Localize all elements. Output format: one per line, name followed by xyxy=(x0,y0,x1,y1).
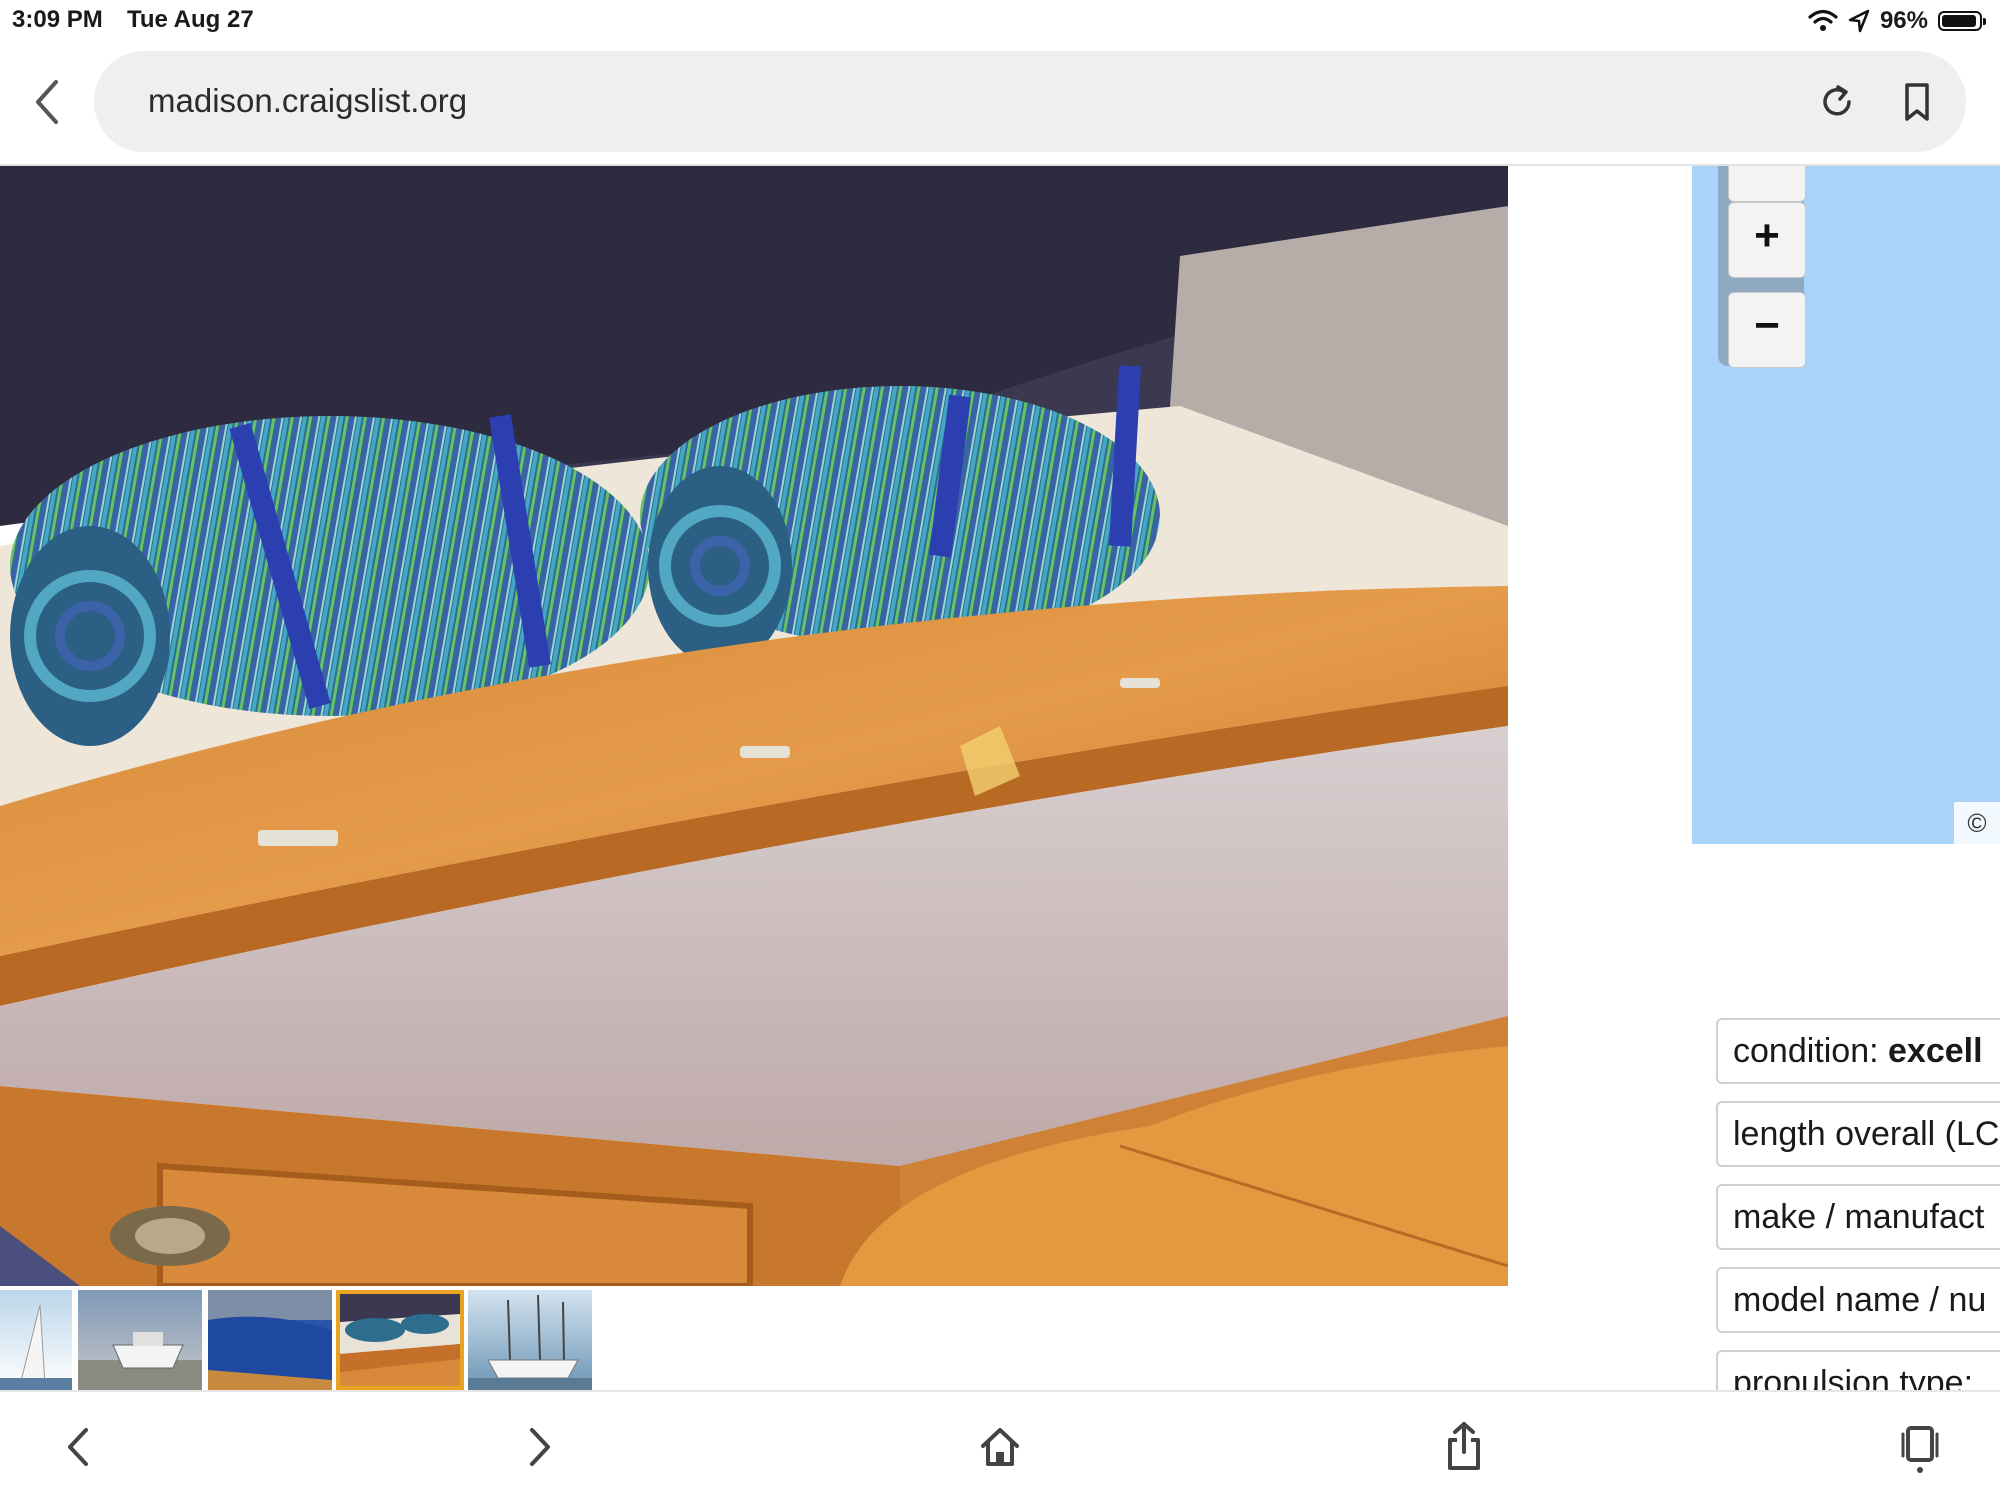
thumbnail-3[interactable] xyxy=(208,1290,332,1390)
map-hidden-control[interactable] xyxy=(1728,166,1806,202)
attribute-label: condition: xyxy=(1733,1032,1888,1070)
battery-icon xyxy=(1938,11,1986,31)
map-attribution[interactable]: © xyxy=(1954,802,2000,844)
back-chevron-icon[interactable] xyxy=(26,74,66,130)
back-arrow-icon[interactable] xyxy=(54,1420,104,1474)
attribute-model-name: model name / nu xyxy=(1716,1267,2000,1333)
browser-toolbar xyxy=(0,1390,2000,1500)
zoom-in-label: + xyxy=(1754,211,1780,260)
attribute-condition: condition: excell xyxy=(1716,1018,2000,1084)
url-text[interactable]: madison.craigslist.org xyxy=(148,82,467,120)
attribute-label: make / manufact xyxy=(1733,1198,1985,1236)
thumbnail-1[interactable] xyxy=(0,1290,72,1390)
zoom-in-button[interactable]: + xyxy=(1728,202,1806,278)
wifi-icon xyxy=(1808,9,1838,31)
status-indicators: 96% xyxy=(1808,6,1986,36)
address-bar[interactable]: madison.craigslist.org xyxy=(94,51,1966,152)
location-map[interactable]: + − © xyxy=(1692,166,2000,844)
thumbnail-4-selected[interactable] xyxy=(336,1290,464,1390)
attribute-length-overall: length overall (LC xyxy=(1716,1101,2000,1167)
attribute-make-manufacturer: make / manufact xyxy=(1716,1184,2000,1250)
status-date: Tue Aug 27 xyxy=(127,6,254,33)
reload-icon[interactable] xyxy=(1816,81,1858,123)
status-bar: 3:09 PM Tue Aug 27 96% xyxy=(0,0,2000,44)
home-icon[interactable] xyxy=(975,1420,1025,1474)
attribute-label: model name / nu xyxy=(1733,1281,1987,1319)
map-zoom-controls: + − xyxy=(1718,166,1806,368)
bookmark-icon[interactable] xyxy=(1898,81,1936,123)
share-icon[interactable] xyxy=(1439,1420,1489,1474)
status-time: 3:09 PM xyxy=(12,6,103,33)
thumbnail-5[interactable] xyxy=(468,1290,592,1390)
location-arrow-icon xyxy=(1848,9,1870,33)
thumbnail-strip xyxy=(0,1290,600,1390)
attribute-label: length overall (LC xyxy=(1733,1115,2000,1153)
listing-photo[interactable] xyxy=(0,166,1508,1286)
zoom-out-label: − xyxy=(1754,301,1780,350)
attribute-value: excell xyxy=(1888,1032,1983,1070)
zoom-out-button[interactable]: − xyxy=(1728,292,1806,368)
forward-arrow-icon[interactable] xyxy=(514,1420,564,1474)
thumbnail-2[interactable] xyxy=(78,1290,202,1390)
tabs-icon[interactable] xyxy=(1895,1420,1945,1474)
battery-percentage: 96% xyxy=(1879,7,1928,34)
